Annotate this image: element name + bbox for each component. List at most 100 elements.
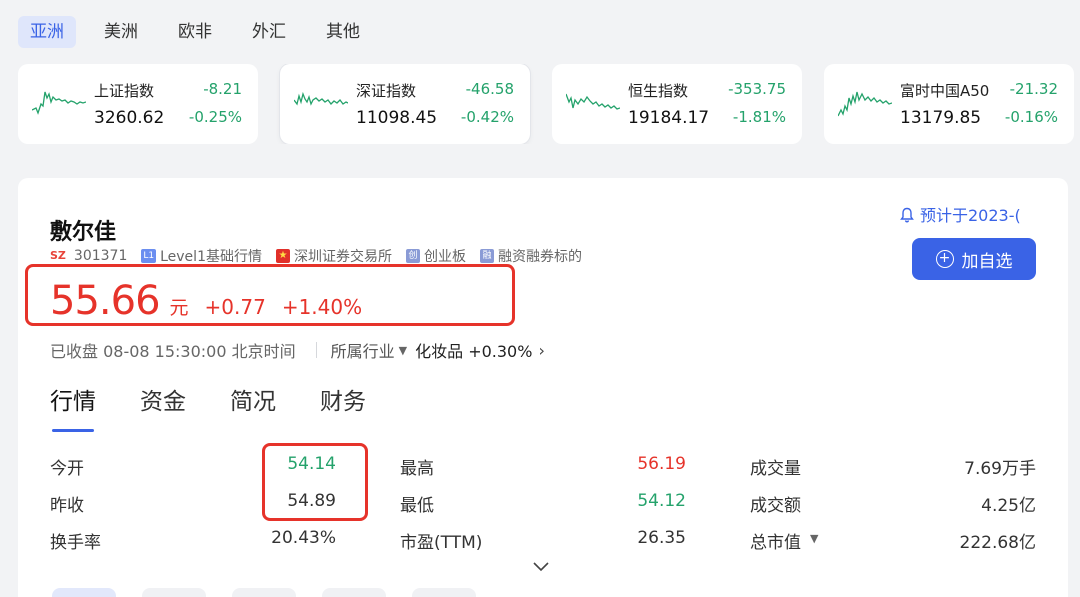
tab-profile[interactable]: 简况 <box>230 382 276 426</box>
sub-tab[interactable] <box>322 588 386 597</box>
quote-label: 今开 <box>50 459 84 479</box>
tag-label: 融资融券标的 <box>497 249 582 265</box>
chevron-right-icon[interactable]: › <box>538 341 544 360</box>
index-value: 13179.85 <box>900 108 982 128</box>
quote-value: 26.35 <box>637 528 686 548</box>
level1-icon: L1 <box>141 249 157 263</box>
index-change: -353.75 <box>728 80 786 98</box>
quote-value: 20.43% <box>271 528 336 548</box>
index-change-pct: -0.25% <box>188 108 242 126</box>
tag-label: 创业板 <box>423 249 466 265</box>
tab-finance[interactable]: 财务 <box>320 382 366 426</box>
industry-label: 所属行业 <box>330 342 395 361</box>
quote-row: 今开 54.14 最高 56.19 成交量 7.69万手 <box>50 450 1036 487</box>
index-card-hang-seng[interactable]: 恒生指数 19184.17 -353.75 -1.81% <box>552 64 802 144</box>
index-name: 深证指数 <box>356 82 417 100</box>
index-cards: 上证指数 3260.62 -8.21 -0.25% 深证指数 11098.45 … <box>18 64 1080 144</box>
stock-code: 301371 <box>73 248 128 264</box>
sub-tab[interactable] <box>232 588 296 597</box>
sub-tab[interactable] <box>52 588 116 597</box>
sub-tab[interactable] <box>412 588 476 597</box>
region-tab-forex[interactable]: 外汇 <box>240 16 298 48</box>
quote-label: 市盈(TTM) <box>400 533 483 553</box>
quote-value: 56.19 <box>637 454 686 474</box>
stock-name: 敷尔佳 <box>50 220 117 245</box>
margin-trading-icon: 融 <box>479 249 494 263</box>
quote-label: 最高 <box>400 459 434 479</box>
quote-label: 最低 <box>400 496 434 516</box>
price-change-pct: +1.40% <box>281 295 363 319</box>
stock-code-tag: SZ 301371 <box>50 248 127 264</box>
chevron-down-icon[interactable] <box>533 560 549 576</box>
open-close-highlight-box <box>262 443 368 521</box>
sparkline-icon <box>32 91 86 115</box>
region-tabs: 亚洲 美洲 欧非 外汇 其他 <box>18 16 388 48</box>
index-card-shanghai[interactable]: 上证指数 3260.62 -8.21 -0.25% <box>18 64 258 144</box>
quote-value: 4.25亿 <box>981 496 1036 516</box>
sub-tabs-strip <box>52 588 502 597</box>
growth-board-icon: 创 <box>405 249 420 263</box>
region-tab-asia[interactable]: 亚洲 <box>18 16 76 48</box>
quote-value: 54.12 <box>637 491 686 511</box>
index-name: 上证指数 <box>94 82 155 100</box>
sparkline-icon <box>566 93 620 110</box>
bell-icon <box>900 207 914 223</box>
add-button-label: 加自选 <box>961 251 1013 272</box>
index-card-ftse-a50[interactable]: 富时中国A50 13179.85 -21.32 -0.16% <box>824 64 1074 144</box>
tag-exchange[interactable]: ★ 深圳证券交易所 <box>275 246 392 266</box>
tab-quote[interactable]: 行情 <box>50 382 96 432</box>
sub-tab[interactable] <box>142 588 206 597</box>
index-change-pct: -1.81% <box>732 108 786 126</box>
index-card-shenzhen[interactable]: 深证指数 11098.45 -46.58 -0.42% <box>280 64 530 144</box>
market-status-row: 已收盘 08-08 15:30:00 北京时间 所属行业 ▼ 化妆品 +0.30… <box>50 338 545 362</box>
region-tab-other[interactable]: 其他 <box>314 16 372 48</box>
industry-link[interactable]: 化妆品 +0.30% <box>415 338 532 362</box>
sparkline-icon <box>294 91 348 106</box>
tab-funds[interactable]: 资金 <box>140 382 186 426</box>
quote-label: 成交量 <box>750 459 801 479</box>
region-tab-europe-africa[interactable]: 欧非 <box>166 16 224 48</box>
stock-tags: SZ 301371 L1 Level1基础行情 ★ 深圳证券交易所 创 创业板 … <box>50 246 596 266</box>
tag-margin[interactable]: 融 融资融券标的 <box>479 246 582 266</box>
market-status: 已收盘 08-08 15:30:00 北京时间 <box>50 342 296 361</box>
quote-label[interactable]: 总市值 <box>750 528 801 553</box>
alert-link-text: 预计于2023-( <box>920 206 1021 225</box>
index-change-pct: -0.16% <box>1004 108 1058 126</box>
china-flag-icon: ★ <box>275 249 290 263</box>
index-name: 富时中国A50 <box>900 82 990 100</box>
quote-row: 昨收 54.89 最低 54.12 成交额 4.25亿 <box>50 487 1036 524</box>
caret-down-icon[interactable]: ▼ <box>810 532 818 545</box>
alert-link[interactable]: 预计于2023-( <box>900 202 1021 226</box>
tag-label: Level1基础行情 <box>160 249 262 265</box>
index-value: 3260.62 <box>94 108 165 128</box>
index-change: -46.58 <box>465 80 514 98</box>
quote-label: 换手率 <box>50 533 101 553</box>
index-change-pct: -0.42% <box>460 108 514 126</box>
index-value: 11098.45 <box>356 108 438 128</box>
quote-label: 昨收 <box>50 496 84 516</box>
divider <box>315 342 317 358</box>
sparkline-icon <box>838 91 892 117</box>
current-price: 55.66 <box>50 278 161 324</box>
quote-grid: 今开 54.14 最高 56.19 成交量 7.69万手 昨收 54.89 最低… <box>50 450 1036 561</box>
tag-level1[interactable]: L1 Level1基础行情 <box>141 246 262 266</box>
tag-board[interactable]: 创 创业板 <box>405 246 466 266</box>
quote-value: 7.69万手 <box>964 459 1036 479</box>
detail-tabs: 行情 资金 简况 财务 <box>50 382 410 432</box>
market-badge: SZ <box>50 249 66 262</box>
index-change: -21.32 <box>1009 80 1058 98</box>
plus-circle-icon: + <box>935 250 954 268</box>
quote-label: 成交额 <box>750 496 801 516</box>
quote-row: 换手率 20.43% 市盈(TTM) 26.35 总市值 ▼ 222.68亿 <box>50 524 1036 561</box>
price-block: 55.66 元 +0.77 +1.40% <box>50 278 362 324</box>
price-change: +0.77 <box>204 295 266 319</box>
price-unit: 元 <box>169 297 189 319</box>
index-name: 恒生指数 <box>628 82 689 100</box>
add-to-watchlist-button[interactable]: + 加自选 <box>912 238 1036 280</box>
index-value: 19184.17 <box>628 108 710 128</box>
region-tab-americas[interactable]: 美洲 <box>92 16 150 48</box>
tag-label: 深圳证券交易所 <box>293 249 392 265</box>
stock-detail-card: 敷尔佳 SZ 301371 L1 Level1基础行情 ★ 深圳证券交易所 创 … <box>18 178 1068 597</box>
caret-down-icon: ▼ <box>398 343 408 357</box>
quote-value: 222.68亿 <box>959 533 1036 553</box>
